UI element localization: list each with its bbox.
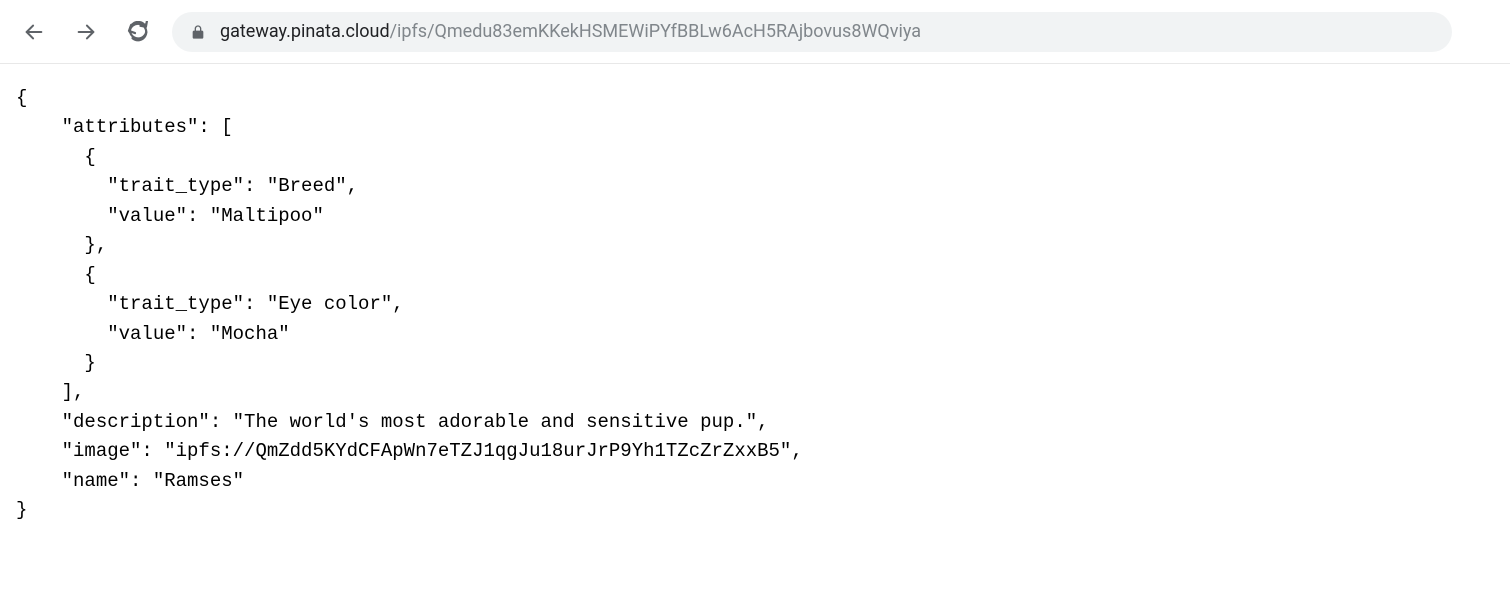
reload-button[interactable]: [124, 18, 152, 46]
reload-icon: [127, 21, 149, 43]
back-button[interactable]: [20, 18, 48, 46]
forward-button[interactable]: [72, 18, 100, 46]
nav-buttons: [20, 18, 152, 46]
page-content: { "attributes": [ { "trait_type": "Breed…: [0, 64, 1510, 546]
address-bar[interactable]: gateway.pinata.cloud/ipfs/Qmedu83emKKekH…: [172, 12, 1452, 52]
json-body: { "attributes": [ { "trait_type": "Breed…: [16, 84, 1494, 526]
browser-toolbar: gateway.pinata.cloud/ipfs/Qmedu83emKKekH…: [0, 0, 1510, 64]
url-domain: gateway.pinata.cloud: [220, 21, 390, 42]
url-text: gateway.pinata.cloud/ipfs/Qmedu83emKKekH…: [220, 21, 921, 42]
url-path: /ipfs/Qmedu83emKKekHSMEWiPYfBBLw6AcH5RAj…: [390, 21, 921, 42]
arrow-left-icon: [23, 21, 45, 43]
lock-icon: [190, 24, 206, 40]
arrow-right-icon: [75, 21, 97, 43]
